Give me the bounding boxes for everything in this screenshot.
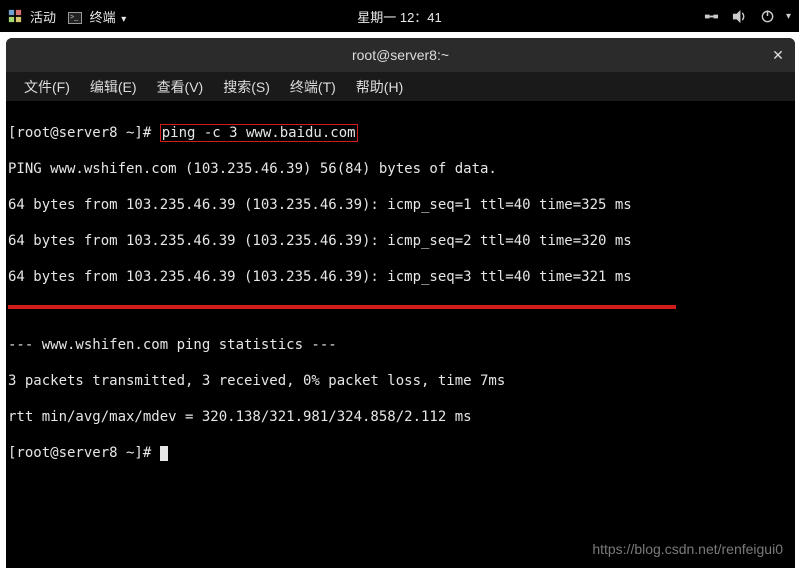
- system-tray: ▾: [700, 8, 791, 24]
- network-icon[interactable]: [704, 8, 720, 24]
- term-line: 64 bytes from 103.235.46.39 (103.235.46.…: [8, 268, 793, 286]
- system-menu-chevron-icon[interactable]: ▾: [786, 11, 791, 22]
- topbar-left: 活动 >_ 终端 ▾: [8, 5, 130, 28]
- menu-edit[interactable]: 编辑(E): [80, 73, 147, 101]
- activities-button[interactable]: 活动: [26, 5, 60, 28]
- term-line: [root@server8 ~]#: [8, 444, 793, 462]
- menu-terminal[interactable]: 终端(T): [280, 73, 346, 101]
- term-line: --- www.wshifen.com ping statistics ---: [8, 336, 793, 354]
- menu-file[interactable]: 文件(F): [14, 73, 80, 101]
- terminal-window: root@server8:~ ✕ 文件(F) 编辑(E) 查看(V) 搜索(S)…: [6, 38, 795, 568]
- window-title: root@server8:~: [352, 47, 449, 63]
- term-line: 3 packets transmitted, 3 received, 0% pa…: [8, 372, 793, 390]
- menubar: 文件(F) 编辑(E) 查看(V) 搜索(S) 终端(T) 帮助(H): [6, 72, 795, 102]
- cursor: [160, 446, 168, 461]
- power-icon[interactable]: [760, 8, 776, 24]
- command-highlight: ping -c 3 www.baidu.com: [160, 124, 358, 142]
- app-menu-label: 终端: [90, 10, 116, 25]
- activities-icon: [8, 9, 22, 23]
- prompt: [root@server8 ~]#: [8, 125, 160, 141]
- close-icon: ✕: [772, 47, 784, 64]
- menu-help[interactable]: 帮助(H): [346, 73, 413, 101]
- term-line: PING www.wshifen.com (103.235.46.39) 56(…: [8, 160, 793, 178]
- app-menu[interactable]: >_ 终端 ▾: [64, 5, 130, 28]
- menu-view[interactable]: 查看(V): [147, 73, 214, 101]
- volume-icon[interactable]: [732, 8, 748, 24]
- chevron-down-icon: ▾: [121, 14, 126, 25]
- menu-search[interactable]: 搜索(S): [213, 73, 280, 101]
- prompt: [root@server8 ~]#: [8, 445, 160, 461]
- term-line: [root@server8 ~]# ping -c 3 www.baidu.co…: [8, 124, 793, 142]
- window-titlebar[interactable]: root@server8:~ ✕: [6, 38, 795, 72]
- term-line: 64 bytes from 103.235.46.39 (103.235.46.…: [8, 232, 793, 250]
- clock[interactable]: 星期一 12：41: [357, 7, 442, 26]
- watermark: https://blog.csdn.net/renfeigui0: [592, 540, 783, 558]
- gnome-topbar: 活动 >_ 终端 ▾ 星期一 12：41 ▾: [0, 0, 799, 32]
- term-line: rtt min/avg/max/mdev = 320.138/321.981/3…: [8, 408, 793, 426]
- terminal-icon: >_: [68, 12, 82, 24]
- close-button[interactable]: ✕: [769, 46, 787, 64]
- terminal-content[interactable]: [root@server8 ~]# ping -c 3 www.baidu.co…: [6, 102, 795, 568]
- red-underline-annotation: [8, 305, 676, 309]
- term-line: 64 bytes from 103.235.46.39 (103.235.46.…: [8, 196, 793, 214]
